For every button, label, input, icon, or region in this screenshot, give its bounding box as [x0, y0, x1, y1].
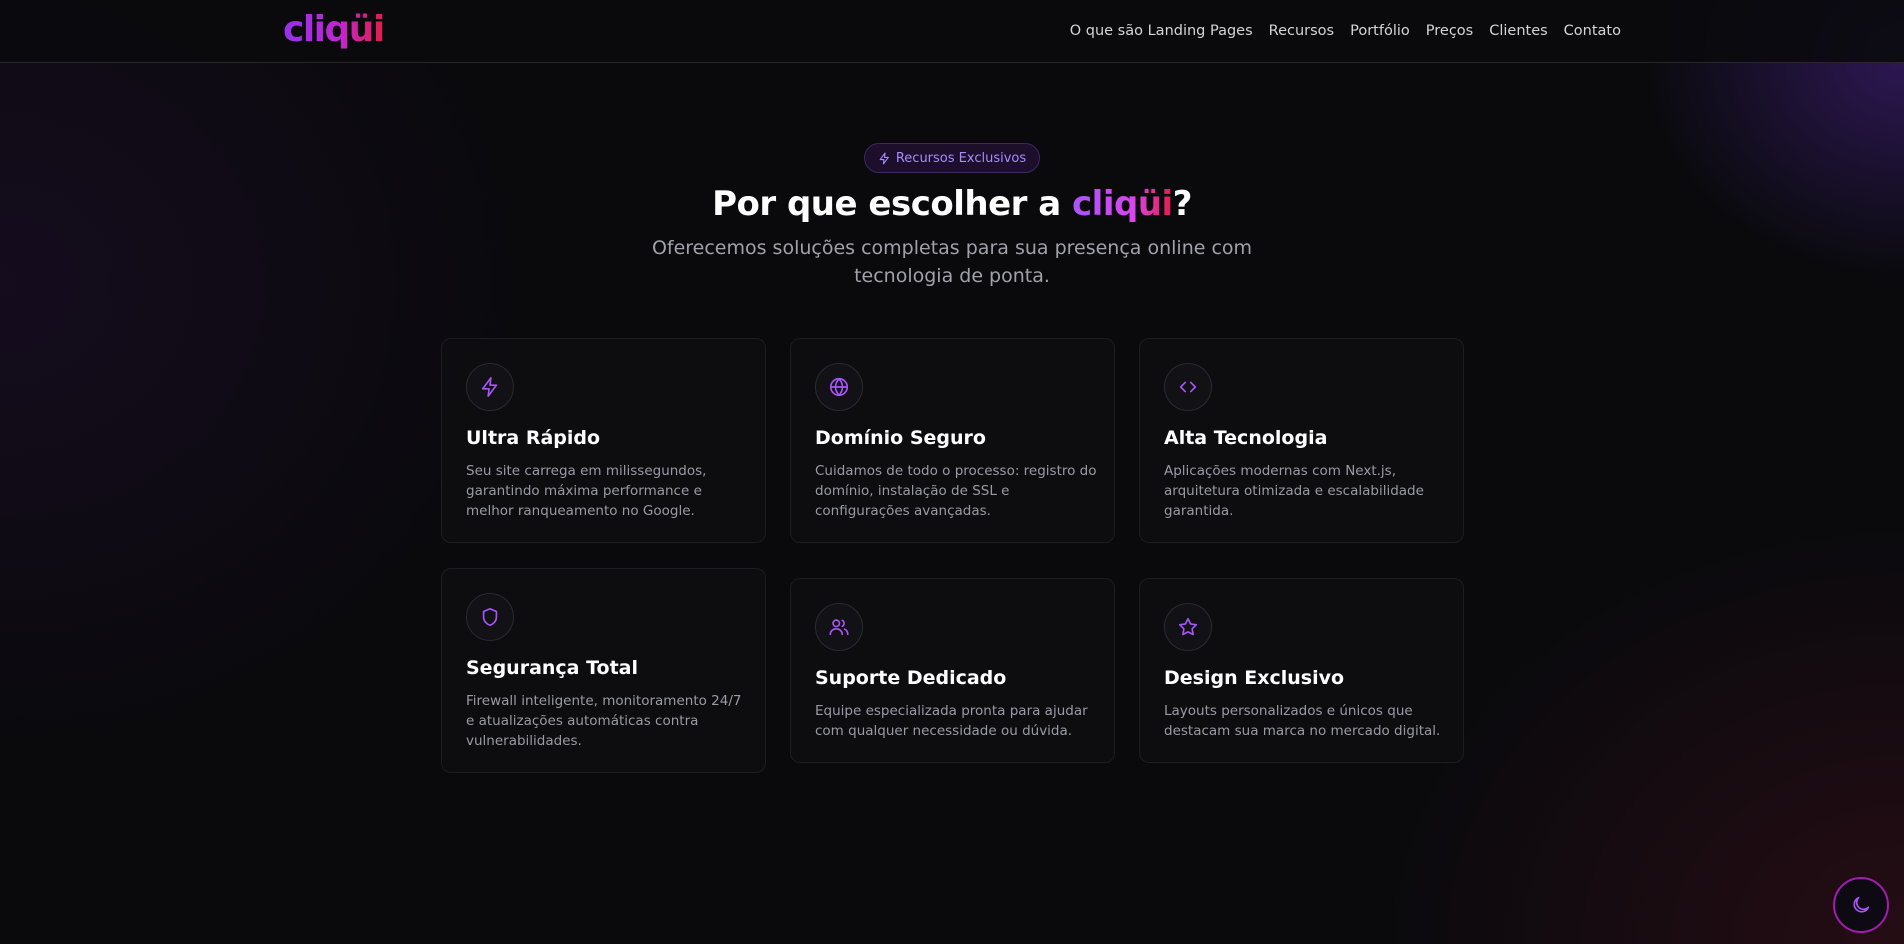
- feature-title: Domínio Seguro: [815, 427, 986, 449]
- lightning-icon: [466, 363, 514, 411]
- nav-link-precos[interactable]: Preços: [1426, 23, 1473, 39]
- feature-card-suporte-dedicado: Suporte Dedicado Equipe especializada pr…: [790, 578, 1115, 763]
- feature-description: Firewall inteligente, monitoramento 24/7…: [466, 693, 742, 749]
- main-nav: O que são Landing Pages Recursos Portfól…: [1070, 0, 1621, 62]
- title-brand: cliqüi: [1072, 184, 1173, 224]
- nav-link-clientes[interactable]: Clientes: [1489, 23, 1547, 39]
- feature-title: Design Exclusivo: [1164, 667, 1345, 689]
- badge-label: Recursos Exclusivos: [895, 150, 1027, 166]
- feature-card-alta-tecnologia: Alta Tecnologia Aplicações modernas com …: [1139, 338, 1464, 543]
- feature-description: Equipe especializada pronta para ajudar …: [815, 703, 1088, 739]
- nav-link-portfolio[interactable]: Portfólio: [1350, 23, 1410, 39]
- feature-description: Seu site carrega em milissegundos, garan…: [466, 463, 707, 519]
- nav-link-landing-pages[interactable]: O que são Landing Pages: [1070, 23, 1253, 39]
- feature-title: Segurança Total: [466, 657, 639, 679]
- lightning-icon: [879, 152, 889, 164]
- title-suffix: ?: [1172, 184, 1193, 224]
- logo[interactable]: cliqüi: [283, 6, 385, 54]
- feature-title: Ultra Rápido: [466, 427, 601, 449]
- nav-link-recursos[interactable]: Recursos: [1269, 23, 1334, 39]
- star-icon: [1164, 603, 1212, 651]
- section-subtitle: Oferecemos soluções completas para sua p…: [651, 237, 1253, 287]
- section-title: Por que escolher a cliqüi?: [0, 178, 1904, 230]
- shield-icon: [466, 593, 514, 641]
- feature-card-seguranca-total: Segurança Total Firewall inteligente, mo…: [441, 568, 766, 773]
- feature-description: Aplicações modernas com Next.js, arquite…: [1164, 463, 1424, 519]
- feature-card-design-exclusivo: Design Exclusivo Layouts personalizados …: [1139, 578, 1464, 763]
- nav-link-contato[interactable]: Contato: [1564, 23, 1621, 39]
- feature-description: Cuidamos de todo o processo: registro do…: [815, 463, 1097, 519]
- theme-toggle-button[interactable]: [1833, 877, 1889, 933]
- code-icon: [1164, 363, 1212, 411]
- feature-description: Layouts personalizados e únicos que dest…: [1164, 703, 1441, 739]
- globe-icon: [815, 363, 863, 411]
- section-badge: Recursos Exclusivos: [864, 143, 1040, 173]
- feature-card-dominio-seguro: Domínio Seguro Cuidamos de todo o proces…: [790, 338, 1115, 543]
- users-icon: [815, 603, 863, 651]
- feature-title: Alta Tecnologia: [1164, 427, 1328, 449]
- feature-card-ultra-rapido: Ultra Rápido Seu site carrega em milisse…: [441, 338, 766, 543]
- moon-icon: [1853, 896, 1870, 913]
- feature-title: Suporte Dedicado: [815, 667, 1007, 689]
- site-header: cliqüi O que são Landing Pages Recursos …: [0, 0, 1904, 63]
- title-prefix: Por que escolher a: [712, 184, 1073, 224]
